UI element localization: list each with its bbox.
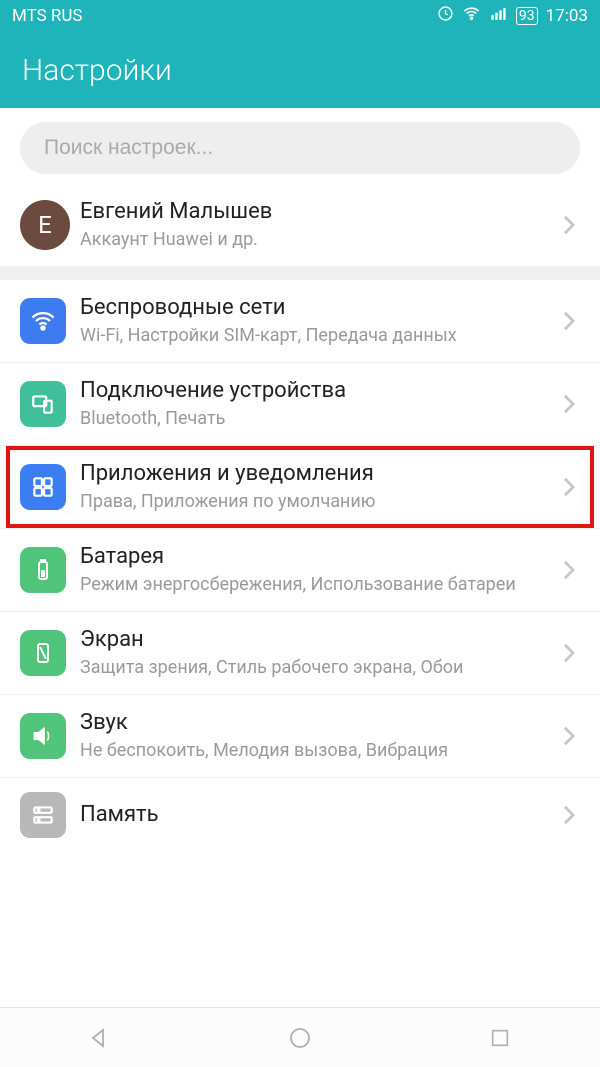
chevron-right-icon [562, 559, 584, 581]
storage-icon [20, 792, 66, 838]
battery-icon [20, 547, 66, 593]
battery-pct: 93 [516, 7, 538, 25]
item-title: Беспроводные сети [80, 294, 554, 322]
page-title: Настройки [22, 53, 172, 88]
account-sub: Аккаунт Huawei и др. [80, 228, 554, 252]
device-icon [20, 381, 66, 427]
item-title: Подключение устройства [80, 377, 554, 405]
settings-item-display[interactable]: Экран Защита зрения, Стиль рабочего экра… [0, 612, 600, 695]
carrier-label: MTS RUS [12, 6, 83, 26]
nav-back-button[interactable] [86, 1024, 114, 1052]
chevron-right-icon [562, 476, 584, 498]
chevron-right-icon [562, 393, 584, 415]
item-sub: Защита зрения, Стиль рабочего экрана, Об… [80, 656, 554, 680]
item-title: Приложения и уведомления [80, 460, 554, 488]
status-bar: MTS RUS 93 17:03 [0, 0, 600, 32]
display-icon [20, 630, 66, 676]
settings-item-storage[interactable]: Память [0, 778, 600, 838]
item-title: Звук [80, 709, 554, 737]
item-sub: Не беспокоить, Мелодия вызова, Вибрация [80, 739, 554, 763]
chevron-right-icon [562, 642, 584, 664]
time-label: 17:03 [546, 6, 588, 26]
item-sub: Bluetooth, Печать [80, 407, 554, 431]
account-row[interactable]: Е Евгений Малышев Аккаунт Huawei и др. [0, 184, 600, 266]
wifi-icon [20, 298, 66, 344]
item-title: Батарея [80, 543, 554, 571]
account-name: Евгений Малышев [80, 198, 554, 226]
chevron-right-icon [562, 310, 584, 332]
avatar: Е [20, 200, 70, 250]
chevron-right-icon [562, 725, 584, 747]
wifi-icon [462, 4, 481, 28]
clock-circle-icon [437, 5, 454, 27]
settings-item-device-connection[interactable]: Подключение устройства Bluetooth, Печать [0, 363, 600, 446]
apps-icon [20, 464, 66, 510]
avatar-initial: Е [38, 211, 52, 239]
sound-icon [20, 713, 66, 759]
nav-home-button[interactable] [286, 1024, 314, 1052]
settings-item-apps-notifications[interactable]: Приложения и уведомления Права, Приложен… [0, 446, 600, 529]
app-title-bar: Настройки [0, 32, 600, 108]
settings-item-sound[interactable]: Звук Не беспокоить, Мелодия вызова, Вибр… [0, 695, 600, 778]
chevron-right-icon [562, 214, 584, 236]
item-sub: Права, Приложения по умолчанию [80, 490, 554, 514]
nav-recent-button[interactable] [486, 1024, 514, 1052]
search-input[interactable] [20, 122, 580, 174]
item-sub: Wi-Fi, Настройки SIM-карт, Передача данн… [80, 324, 554, 348]
section-gap [0, 266, 600, 280]
item-title: Экран [80, 626, 554, 654]
settings-item-wireless[interactable]: Беспроводные сети Wi-Fi, Настройки SIM-к… [0, 280, 600, 363]
item-title: Память [80, 801, 554, 829]
signal-icon [489, 4, 508, 28]
settings-item-battery[interactable]: Батарея Режим энергосбережения, Использо… [0, 529, 600, 612]
status-icons: 93 17:03 [437, 4, 588, 28]
settings-list: Е Евгений Малышев Аккаунт Huawei и др. Б… [0, 108, 600, 1007]
item-sub: Режим энергосбережения, Использование ба… [80, 573, 554, 597]
chevron-right-icon [562, 804, 584, 826]
navigation-bar [0, 1007, 600, 1067]
search-wrap [0, 108, 600, 184]
